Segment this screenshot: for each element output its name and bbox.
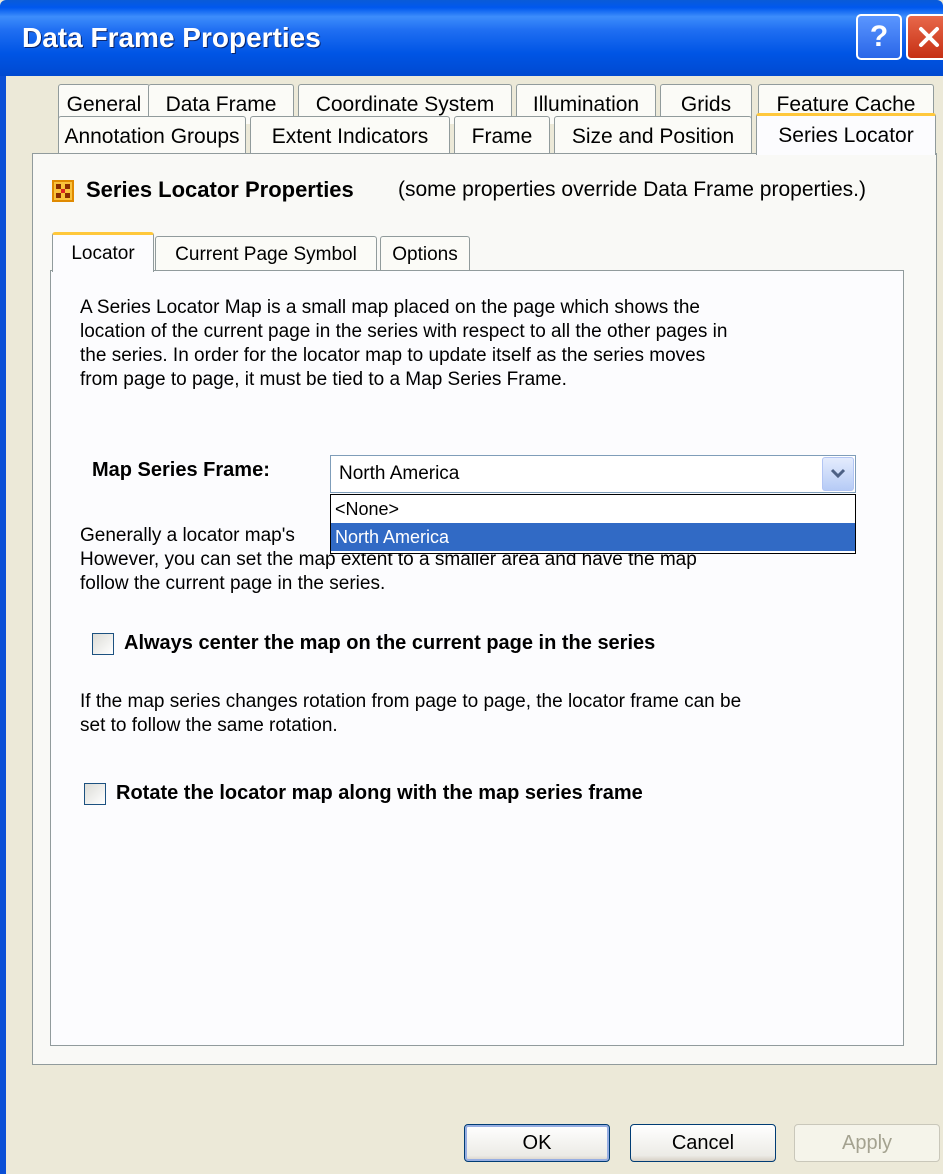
tab-size-and-position[interactable]: Size and Position — [554, 116, 752, 156]
close-button[interactable] — [906, 14, 943, 60]
description-line: set to follow the same rotation. — [80, 715, 338, 736]
tab-label: Data Frame — [165, 92, 277, 116]
tab-annotation-groups[interactable]: Annotation Groups — [58, 116, 246, 156]
title-bar[interactable]: Data Frame Properties ? — [0, 0, 943, 76]
map-series-frame-select[interactable]: North America — [330, 455, 856, 493]
tab-label: Frame — [471, 124, 533, 148]
tab-label: Extent Indicators — [271, 124, 429, 148]
description-line: A Series Locator Map is a small map plac… — [80, 297, 700, 318]
locator-description: A Series Locator Map is a small map plac… — [80, 296, 727, 392]
tab-label: Size and Position — [571, 124, 735, 148]
option-north-america[interactable]: North America — [331, 523, 855, 551]
ok-button[interactable]: OK — [464, 1124, 610, 1162]
tab-label: Current Page Symbol — [175, 243, 357, 265]
description-line: follow the current page in the series. — [80, 573, 386, 594]
description-line: If the map series changes rotation from … — [80, 691, 742, 712]
selected-value: North America — [339, 463, 460, 484]
window-border — [0, 76, 6, 1174]
rotation-description: If the map series changes rotation from … — [80, 690, 741, 738]
help-button[interactable]: ? — [856, 14, 902, 60]
tab-label: Illumination — [532, 92, 640, 116]
description-line: the series. In order for the locator map… — [80, 345, 706, 366]
tab-extent-indicators[interactable]: Extent Indicators — [250, 116, 450, 156]
map-series-frame-label: Map Series Frame: — [92, 459, 270, 481]
tab-locator[interactable]: Locator — [52, 232, 154, 272]
window-title: Data Frame Properties — [22, 22, 321, 53]
tab-label: Locator — [71, 242, 135, 264]
help-icon: ? — [869, 20, 889, 53]
tab-label: Options — [392, 243, 458, 265]
description-line: location of the current page in the seri… — [80, 321, 728, 342]
tab-options[interactable]: Options — [380, 236, 470, 272]
section-note: (some properties override Data Frame pro… — [398, 178, 867, 201]
option-none[interactable]: <None> — [331, 495, 855, 523]
center-map-checkbox[interactable] — [92, 632, 114, 655]
series-locator-icon — [52, 180, 74, 202]
tab-frame[interactable]: Frame — [454, 116, 550, 156]
section-title: Series Locator Properties — [86, 177, 354, 202]
center-map-checkbox-row[interactable]: Always center the map on the current pag… — [92, 632, 655, 655]
cancel-button[interactable]: Cancel — [630, 1124, 776, 1162]
tab-series-locator[interactable]: Series Locator — [756, 113, 936, 155]
rotate-map-checkbox-row[interactable]: Rotate the locator map along with the ma… — [84, 782, 643, 805]
rotate-map-checkbox[interactable] — [84, 782, 106, 805]
center-map-checkbox-label[interactable]: Always center the map on the current pag… — [124, 632, 655, 655]
chevron-down-icon — [830, 468, 846, 479]
dialog-window: Data Frame Properties ? General Data Fra… — [0, 0, 943, 1174]
dropdown-button[interactable] — [822, 457, 854, 491]
map-series-dropdown-list: <None> North America — [330, 494, 856, 554]
tab-current-page-symbol[interactable]: Current Page Symbol — [155, 236, 377, 272]
tab-label: Grids — [680, 92, 732, 116]
tab-label: General — [66, 92, 142, 116]
tab-label: Series Locator — [778, 123, 914, 147]
close-icon — [919, 27, 939, 47]
description-line: from page to page, it must be tied to a … — [80, 369, 567, 390]
tab-label: Coordinate System — [315, 92, 495, 116]
apply-button[interactable]: Apply — [794, 1124, 940, 1162]
tab-label: Annotation Groups — [64, 124, 240, 148]
rotate-map-checkbox-label[interactable]: Rotate the locator map along with the ma… — [116, 782, 643, 805]
